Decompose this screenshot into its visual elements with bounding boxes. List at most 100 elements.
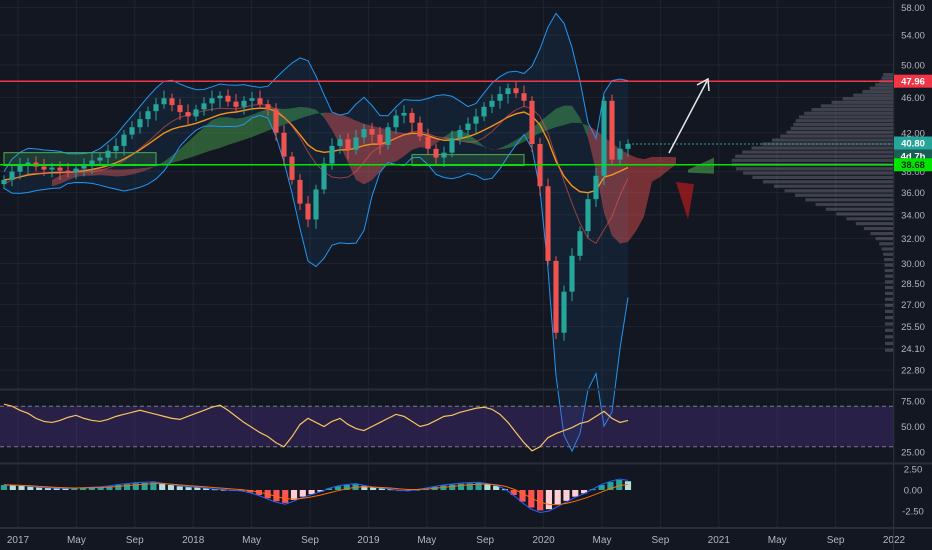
x-tick-label: Sep (476, 535, 494, 546)
momentum-bar (282, 490, 289, 503)
volume-profile-bar (751, 146, 893, 150)
candle-body (281, 132, 287, 157)
momentum-bar (185, 487, 192, 490)
volume-profile-bar (742, 150, 893, 154)
volume-profile-bar (884, 291, 893, 295)
volume-profile-bar (804, 111, 893, 115)
x-tick-label: 2017 (7, 535, 30, 546)
x-tick-label: Sep (652, 535, 670, 546)
candle-body (521, 93, 527, 101)
volume-profile-bar (853, 93, 893, 97)
candle-body (97, 157, 103, 161)
oscillator-panel (0, 403, 893, 452)
candle-body (625, 144, 631, 149)
y-tick-label: 24.10 (901, 344, 925, 355)
momentum-bar (27, 486, 34, 490)
candle-body (57, 167, 63, 171)
candle-body (609, 100, 615, 160)
volume-profile-bar (875, 237, 893, 241)
momentum-bar (9, 485, 16, 490)
candle-body (209, 98, 215, 104)
x-tick-label: 2022 (883, 535, 906, 546)
candle-body (385, 127, 391, 145)
candle-body (289, 156, 295, 180)
volume-profile-bar (773, 184, 893, 188)
chart-canvas[interactable]: 2017 May Sep 2018 May Sep 2019 May Sep 2020 May Sep… (0, 0, 932, 550)
candle-body (481, 106, 487, 117)
y-tick-label: 22.80 (901, 366, 925, 377)
candle-body (417, 122, 423, 137)
y-tick-label: 54.00 (901, 31, 925, 42)
volume-profile-bar (870, 231, 893, 236)
candle-body (217, 95, 223, 99)
last-price-label: 40.80 (901, 139, 925, 150)
momentum-bar (0, 485, 8, 490)
volume-profile-bar (790, 126, 893, 130)
y-tick-label: 25.50 (901, 322, 925, 333)
volume-profile-bar (884, 315, 893, 320)
candle-body (449, 138, 455, 153)
volume-profile-bar (795, 193, 893, 197)
candle-body (369, 129, 375, 135)
resistance-price-label: 47.96 (901, 77, 925, 88)
volume-profile-bar (885, 348, 893, 352)
x-tick-label: 2019 (357, 535, 380, 546)
momentum-bar (457, 483, 465, 490)
x-tick-label: Sep (827, 535, 845, 546)
candle-body (273, 109, 279, 133)
volume-profile-bar (884, 274, 893, 278)
y-tick-label: 30.00 (901, 259, 925, 270)
x-tick-label: May (768, 535, 787, 546)
volume-profile-bar (780, 134, 893, 138)
candle-body (1, 179, 7, 185)
momentum-bar (18, 485, 25, 490)
candle-body (241, 100, 247, 107)
y-tick-label: 46.00 (901, 93, 925, 104)
candle-body (577, 231, 583, 256)
candle-body (361, 129, 367, 138)
volume-profile-bar (883, 73, 893, 77)
momentum-bar (563, 490, 570, 501)
candle-body (257, 98, 263, 105)
x-tick-label: May (593, 535, 612, 546)
volume-profile-bar (842, 97, 893, 101)
support-price-label: 38.68 (901, 160, 925, 171)
volume-profile-bar (793, 122, 893, 127)
candle-body (137, 119, 143, 128)
candle-body (345, 139, 351, 150)
candle-body (121, 134, 127, 146)
oscillator-tick-label: 25.00 (901, 447, 925, 458)
volume-profile-bar (885, 322, 893, 326)
candle-body (113, 145, 119, 151)
candle-body (265, 104, 271, 110)
candle-body (393, 115, 399, 128)
momentum-bar (572, 490, 579, 497)
volume-profile-bar (885, 328, 893, 332)
candle-body (153, 104, 159, 112)
volume-profile-bar (863, 226, 893, 231)
candle-body (353, 137, 359, 150)
volume-profile-bar (825, 207, 893, 211)
x-tick-label: May (417, 535, 436, 546)
y-tick-label: 34.00 (901, 210, 925, 221)
candle-body (105, 150, 111, 158)
volume-profile-bar (884, 263, 893, 267)
volume-profile-bar (875, 83, 893, 87)
candle-body (473, 116, 479, 124)
candle-body (433, 148, 439, 158)
volume-profile-bar (799, 115, 893, 119)
x-tick-label: May (242, 535, 261, 546)
candle-body (9, 171, 15, 180)
candle-body (545, 186, 551, 261)
candle-body (225, 95, 231, 102)
candle-body (465, 123, 471, 130)
volume-profile-bar (735, 154, 893, 158)
candle-body (497, 94, 503, 101)
momentum-bar (554, 490, 561, 505)
volume-profile-bar (884, 280, 893, 284)
momentum-tick-label: 2.50 (904, 465, 923, 476)
volume-profile-bar (820, 104, 893, 108)
candle-body (329, 145, 335, 164)
volume-profile-bar (883, 252, 893, 256)
momentum-bar (176, 486, 183, 490)
